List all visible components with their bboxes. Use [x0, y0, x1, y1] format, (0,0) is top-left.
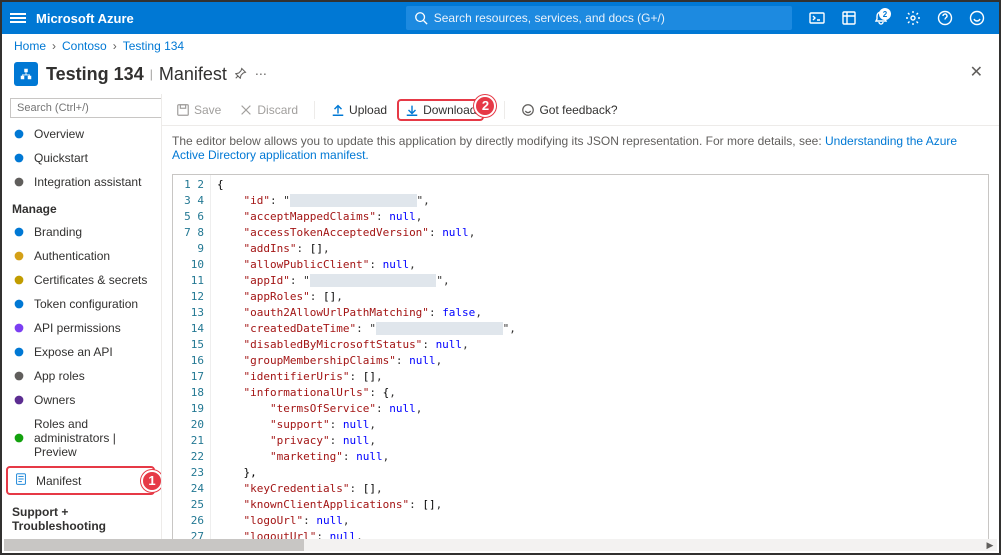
- admin-icon: [12, 431, 26, 445]
- crumb-home[interactable]: Home: [14, 39, 46, 53]
- sidebar-item-manage-7[interactable]: Owners: [2, 388, 161, 412]
- sidebar-group-support: Support + Troubleshooting: [2, 497, 161, 537]
- editor-gutter: 1 2 3 4 5 6 7 8 9 10 11 12 13 14 15 16 1…: [173, 175, 211, 540]
- page-title: Testing 134: [46, 64, 144, 85]
- sidebar-search-input[interactable]: [10, 98, 162, 118]
- content-area: Save Discard Upload Download 2: [162, 94, 999, 545]
- manifest-icon: [14, 472, 28, 489]
- info-text: The editor below allows you to update th…: [162, 126, 999, 170]
- search-icon: [414, 11, 428, 25]
- annotation-badge-2: 2: [474, 95, 496, 117]
- key-icon: [12, 249, 26, 263]
- download-button[interactable]: Download 2: [397, 99, 484, 121]
- sidebar-item-top-1[interactable]: Quickstart: [2, 146, 161, 170]
- save-button: Save: [168, 99, 229, 121]
- sidebar-item-label: Certificates & secrets: [34, 273, 147, 287]
- roles-icon: [12, 369, 26, 383]
- app-icon: [14, 62, 38, 86]
- page-header: Testing 134 | Manifest ⋯ ✕: [2, 58, 999, 94]
- expose-icon: [12, 345, 26, 359]
- page-subtitle: Manifest: [159, 64, 227, 85]
- upload-button[interactable]: Upload: [323, 99, 395, 121]
- rocket-icon: [12, 151, 26, 165]
- sidebar-item-manage-6[interactable]: App roles: [2, 364, 161, 388]
- token-icon: [12, 297, 26, 311]
- settings-icon[interactable]: [899, 4, 927, 32]
- sidebar-item-label: Roles and administrators | Preview: [34, 417, 151, 459]
- sidebar-item-label: Manifest: [36, 474, 81, 488]
- close-icon[interactable]: ✕: [970, 62, 983, 82]
- sidebar-item-manage-5[interactable]: Expose an API: [2, 340, 161, 364]
- breadcrumb: Home › Contoso › Testing 134: [2, 34, 999, 58]
- scroll-right-icon[interactable]: ▶: [983, 539, 997, 551]
- horizontal-scrollbar[interactable]: ◀ ▶: [4, 539, 997, 551]
- sidebar-item-manage-4[interactable]: API permissions: [2, 316, 161, 340]
- sidebar-item-label: Branding: [34, 225, 82, 239]
- sidebar-item-manage-0[interactable]: Branding: [2, 220, 161, 244]
- sidebar-item-label: Expose an API: [34, 345, 113, 359]
- sidebar-item-top-2[interactable]: Integration assistant: [2, 170, 161, 194]
- menu-icon[interactable]: [10, 13, 26, 23]
- owners-icon: [12, 393, 26, 407]
- tag-icon: [12, 225, 26, 239]
- sidebar-item-label: Integration assistant: [34, 175, 141, 189]
- sidebar-item-label: Owners: [34, 393, 75, 407]
- scroll-thumb[interactable]: [4, 539, 304, 551]
- directories-icon[interactable]: [835, 4, 863, 32]
- notification-badge: 2: [879, 8, 891, 20]
- wrench-icon: [12, 175, 26, 189]
- sidebar-group-manage: Manage: [2, 194, 161, 220]
- toolbar: Save Discard Upload Download 2: [162, 94, 999, 126]
- global-search[interactable]: [406, 6, 792, 30]
- editor-code[interactable]: { "id": "x", "acceptMappedClaims": null,…: [211, 175, 988, 540]
- grid-icon: [12, 127, 26, 141]
- sidebar-item-manage-3[interactable]: Token configuration: [2, 292, 161, 316]
- sidebar: « OverviewQuickstartIntegration assistan…: [2, 94, 162, 545]
- sidebar-item-label: Token configuration: [34, 297, 138, 311]
- cert-icon: [12, 273, 26, 287]
- crumb-2[interactable]: Testing 134: [123, 39, 184, 53]
- sidebar-item-label: API permissions: [34, 321, 121, 335]
- top-bar: Microsoft Azure 2: [2, 2, 999, 34]
- notifications-icon[interactable]: 2: [867, 4, 895, 32]
- more-icon[interactable]: ⋯: [255, 67, 267, 81]
- top-actions: 2: [803, 4, 991, 32]
- sidebar-item-manage-1[interactable]: Authentication: [2, 244, 161, 268]
- annotation-badge-1: 1: [141, 470, 162, 492]
- feedback-button[interactable]: Got feedback?: [513, 99, 625, 121]
- help-icon[interactable]: [931, 4, 959, 32]
- sidebar-item-label: App roles: [34, 369, 85, 383]
- crumb-1[interactable]: Contoso: [62, 39, 107, 53]
- sidebar-item-label: Authentication: [34, 249, 110, 263]
- cloud-shell-icon[interactable]: [803, 4, 831, 32]
- sidebar-item-top-0[interactable]: Overview: [2, 122, 161, 146]
- search-input[interactable]: [434, 11, 784, 25]
- sidebar-item-manifest[interactable]: Manifest 1: [6, 466, 155, 495]
- api-icon: [12, 321, 26, 335]
- brand-text: Microsoft Azure: [36, 11, 134, 26]
- sidebar-item-manage-8[interactable]: Roles and administrators | Preview: [2, 412, 161, 464]
- sidebar-item-label: Quickstart: [34, 151, 88, 165]
- discard-button: Discard: [231, 99, 306, 121]
- pin-icon[interactable]: [235, 67, 247, 82]
- sidebar-item-manage-2[interactable]: Certificates & secrets: [2, 268, 161, 292]
- feedback-icon[interactable]: [963, 4, 991, 32]
- sidebar-item-label: Overview: [34, 127, 84, 141]
- manifest-editor[interactable]: 1 2 3 4 5 6 7 8 9 10 11 12 13 14 15 16 1…: [172, 174, 989, 541]
